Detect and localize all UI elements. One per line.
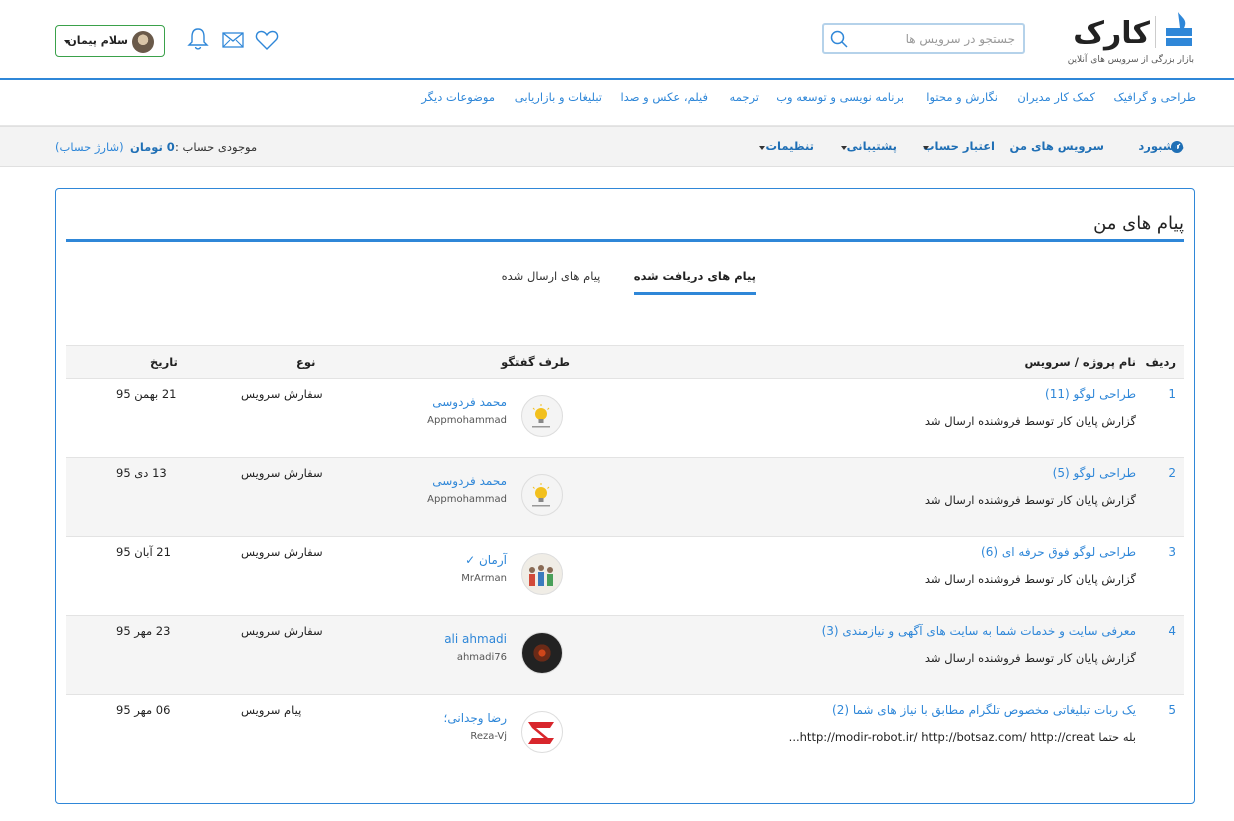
message-preview: گزارش پایان کار توسط فروشنده ارسال شد — [924, 651, 1136, 665]
party-name-link[interactable]: آرمان ✓ — [465, 553, 507, 567]
column-header-project: نام پروژه / سرویس — [1024, 355, 1137, 369]
logo-mark-icon — [1166, 12, 1192, 46]
logo-text: کارک — [1073, 16, 1152, 51]
column-header-date: تاریخ — [150, 355, 178, 369]
account-bar: داشبورد سرویس های من اعتبار حساب پشتیبان… — [0, 126, 1234, 167]
table-row[interactable]: 4 معرفی سایت و خدمات شما به سایت های آگه… — [66, 616, 1184, 695]
chevron-down-icon — [759, 146, 765, 150]
project-title-link[interactable]: طراحی لوگو فوق حرفه ای (6) — [981, 545, 1136, 559]
row-number: 2 — [1168, 466, 1176, 480]
avatar[interactable] — [521, 395, 563, 437]
nav-my-services[interactable]: سرویس های من — [1010, 139, 1105, 153]
chevron-down-icon — [923, 146, 929, 150]
red-logo-avatar-icon — [528, 722, 554, 744]
nav-item-writing[interactable]: نگارش و محتوا — [926, 90, 998, 104]
nav-settings[interactable]: تنظیمات — [766, 139, 815, 153]
tab-sent-messages[interactable]: پیام های ارسال شده — [496, 269, 606, 295]
message-type: سفارش سرویس — [241, 466, 323, 480]
nav-support[interactable]: پشتیبانی — [847, 139, 897, 153]
project-title-link[interactable]: طراحی لوگو (11) — [1045, 387, 1136, 401]
message-preview: بله حتما http://modir-robot.ir/ http://b… — [788, 730, 1136, 744]
column-header-type: نوع — [296, 355, 316, 369]
avatar[interactable] — [521, 711, 563, 753]
message-preview: گزارش پایان کار توسط فروشنده ارسال شد — [924, 414, 1136, 428]
message-type: سفارش سرویس — [241, 545, 323, 559]
row-number: 1 — [1168, 387, 1176, 401]
table-row[interactable]: 3 طراحی لوگو فوق حرفه ای (6) گزارش پایان… — [66, 537, 1184, 616]
bulb-avatar-icon — [532, 483, 550, 507]
search-icon[interactable] — [830, 30, 848, 48]
table-header: ردیف نام پروژه / سرویس طرف گفتگو نوع تار… — [66, 345, 1184, 379]
user-menu-button[interactable]: سلام پیمان — [55, 25, 165, 57]
party-username: MrArman — [461, 573, 507, 584]
family-avatar-icon — [529, 565, 553, 586]
project-title-link[interactable]: طراحی لوگو (5) — [1053, 466, 1136, 480]
project-title-link[interactable]: یک ربات تبلیغاتی مخصوص تلگرام مطابق با ن… — [832, 703, 1136, 717]
chevron-down-icon — [64, 40, 70, 44]
balance-label: موجودی حساب : — [175, 140, 258, 154]
row-number: 5 — [1168, 703, 1176, 717]
nav-dashboard[interactable]: داشبورد — [1138, 139, 1184, 153]
party-username: Reza-Vj — [470, 731, 507, 742]
logo-separator — [1155, 16, 1156, 48]
row-number: 3 — [1168, 545, 1176, 559]
nav-item-marketing[interactable]: تبلیغات و بازاریابی — [515, 90, 602, 104]
message-type: سفارش سرویس — [241, 387, 323, 401]
message-date: 06 مهر 95 — [116, 703, 171, 717]
heart-icon[interactable] — [255, 29, 279, 51]
bell-icon[interactable] — [187, 27, 209, 51]
column-header-row: ردیف — [1145, 355, 1176, 369]
bulb-avatar-icon — [532, 404, 550, 428]
message-date: 13 دی 95 — [116, 466, 167, 480]
logo-tagline: بازار بزرگی از سرویس های آنلاین — [1067, 55, 1194, 65]
user-greeting: سلام پیمان — [67, 34, 128, 47]
search-input[interactable] — [855, 30, 1015, 48]
party-name-link[interactable]: محمد فردوسی — [432, 474, 507, 488]
avatar[interactable] — [521, 474, 563, 516]
nav-item-translation[interactable]: ترجمه — [730, 90, 759, 104]
site-header: کارک بازار بزرگی از سرویس های آنلاین سلا… — [0, 0, 1234, 80]
message-preview: گزارش پایان کار توسط فروشنده ارسال شد — [924, 572, 1136, 586]
message-type: سفارش سرویس — [241, 624, 323, 638]
nav-account-credit[interactable]: اعتبار حساب — [923, 139, 995, 153]
avatar[interactable] — [521, 632, 563, 674]
party-name-link[interactable]: محمد فردوسی — [432, 395, 507, 409]
avatar — [132, 31, 154, 53]
category-nav: طراحی و گرافیک کمک کار مدیران نگارش و مح… — [0, 82, 1234, 126]
party-username: Appmohammad — [427, 494, 507, 505]
party-username: ahmadi76 — [456, 652, 507, 663]
title-divider — [66, 239, 1184, 242]
nav-item-other[interactable]: موضوعات دیگر — [421, 90, 495, 104]
table-row[interactable]: 1 طراحی لوگو (11) گزارش پایان کار توسط ف… — [66, 379, 1184, 458]
search-box[interactable] — [822, 23, 1025, 54]
chevron-down-icon — [841, 146, 847, 150]
table-row[interactable]: 5 یک ربات تبلیغاتی مخصوص تلگرام مطابق با… — [66, 695, 1184, 774]
party-name-link[interactable]: رضا وجدانی؛ — [444, 711, 507, 725]
mail-icon[interactable] — [222, 31, 244, 49]
party-username: Appmohammad — [427, 415, 507, 426]
tab-received-messages[interactable]: پیام های دریافت شده — [634, 269, 756, 295]
messages-panel: پیام های من پیام های دریافت شده پیام های… — [55, 188, 1195, 804]
message-date: 21 بهمن 95 — [116, 387, 177, 401]
nav-item-manager-assist[interactable]: کمک کار مدیران — [1017, 90, 1095, 104]
row-number: 4 — [1168, 624, 1176, 638]
message-preview: گزارش پایان کار توسط فروشنده ارسال شد — [924, 493, 1136, 507]
page-title: پیام های من — [1093, 213, 1184, 234]
column-header-party: طرف گفتگو — [501, 355, 570, 369]
balance-value: 0 تومان — [130, 140, 175, 154]
project-title-link[interactable]: معرفی سایت و خدمات شما به سایت های آگهی … — [822, 624, 1136, 638]
avatar[interactable] — [521, 553, 563, 595]
message-date: 21 آبان 95 — [116, 545, 171, 559]
message-type: پیام سرویس — [241, 703, 302, 717]
nav-item-programming[interactable]: برنامه نویسی و توسعه وب — [776, 90, 904, 104]
nav-item-graphic-design[interactable]: طراحی و گرافیک — [1113, 90, 1196, 104]
table-row[interactable]: 2 طراحی لوگو (5) گزارش پایان کار توسط فر… — [66, 458, 1184, 537]
charge-account-link[interactable]: (شارژ حساب) — [55, 140, 124, 154]
nav-item-media[interactable]: فیلم، عکس و صدا — [620, 90, 708, 104]
party-name-link[interactable]: ali ahmadi — [444, 632, 507, 646]
site-logo[interactable]: کارک بازار بزرگی از سرویس های آنلاین — [1068, 10, 1194, 70]
message-date: 23 مهر 95 — [116, 624, 171, 638]
